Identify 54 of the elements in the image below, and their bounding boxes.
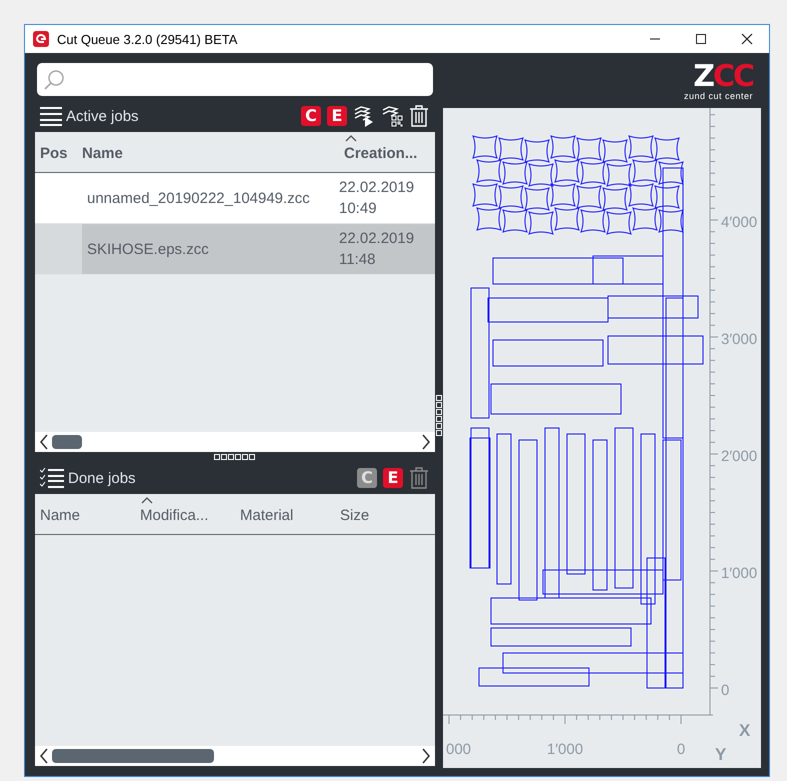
table-cell: 11:48: [339, 251, 376, 268]
axis-label: 0: [721, 682, 730, 699]
column-header[interactable]: Name: [77, 132, 339, 172]
close-icon[interactable]: [741, 33, 753, 45]
axis-label: 0: [676, 741, 686, 758]
axis-label: 2′000: [721, 448, 758, 465]
app-logo-icon: [33, 31, 49, 47]
scroll-left-icon[interactable]: [39, 748, 49, 764]
table-cell: 22.02.2019: [339, 230, 414, 247]
sort-caret-icon: [141, 497, 153, 504]
toolbar-button[interactable]: E: [383, 468, 403, 488]
axis-label: 3′000: [721, 331, 758, 348]
list-icon: [40, 106, 62, 126]
search-field[interactable]: [37, 63, 433, 96]
toolbar-button[interactable]: E: [327, 106, 347, 126]
window-title: Cut Queue 3.2.0 (29541) BETA: [57, 32, 238, 46]
column-header[interactable]: Creation...: [339, 132, 435, 172]
axis-title: X: [739, 721, 750, 740]
table-cell: 10:49: [339, 200, 377, 217]
toolbar-button[interactable]: C: [301, 106, 321, 126]
section-title: Active jobs: [66, 108, 139, 124]
axis-label: 4′000: [721, 214, 758, 231]
logo-wordmark: ZCC: [693, 63, 753, 91]
search-icon: [43, 68, 65, 90]
table-cell: unnamed_20190222_104949.zcc: [87, 190, 310, 206]
axis-label: 000: [446, 741, 472, 758]
table-row[interactable]: unnamed_20190222_104949.zcc 22.02.2019 10:49: [35, 173, 435, 224]
scroll-right-icon[interactable]: [421, 748, 431, 764]
qr-layers-icon[interactable]: [381, 105, 403, 127]
column-header[interactable]: Pos: [35, 132, 77, 172]
splitter-handle-icon[interactable]: [436, 394, 442, 436]
scroll-right-icon[interactable]: [421, 434, 431, 450]
column-header[interactable]: Name: [35, 494, 135, 534]
axis-label: 1′000: [546, 741, 584, 758]
splitter-handle-icon[interactable]: [214, 454, 256, 460]
axis-title: Y: [715, 745, 726, 764]
axis-label: 1′000: [721, 565, 758, 582]
scroll-left-icon[interactable]: [39, 434, 49, 450]
horizontal-scrollbar[interactable]: [35, 432, 435, 452]
maximize-icon[interactable]: [695, 33, 707, 45]
checklist-icon: [40, 468, 64, 488]
scrollbar-thumb[interactable]: [52, 435, 82, 449]
sort-caret-icon: [345, 135, 357, 142]
table-row[interactable]: SKIHOSE.eps.zcc 22.02.2019 11:48: [35, 224, 435, 275]
send-layers-icon[interactable]: [353, 105, 375, 127]
section-title: Done jobs: [68, 470, 136, 486]
column-header[interactable]: Size: [335, 494, 435, 534]
table-cell: SKIHOSE.eps.zcc: [87, 240, 209, 258]
table-cell: 22.02.2019: [339, 179, 414, 196]
horizontal-scrollbar[interactable]: [35, 746, 435, 766]
column-header[interactable]: Modifica...: [135, 494, 235, 534]
logo-tagline: zund cut center: [684, 91, 753, 101]
column-header[interactable]: Material: [235, 494, 335, 534]
scrollbar-thumb[interactable]: [52, 749, 214, 763]
